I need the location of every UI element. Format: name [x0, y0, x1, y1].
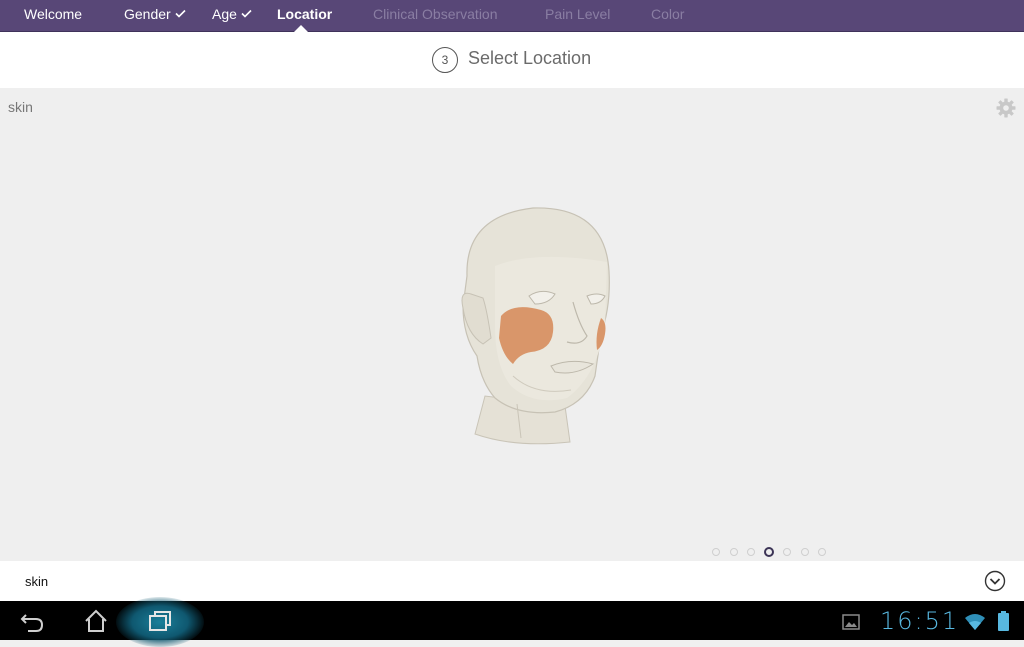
gear-icon[interactable] [996, 98, 1016, 118]
home-icon[interactable] [82, 607, 110, 635]
pager-dot[interactable] [712, 548, 720, 556]
page-header: 3 Select Location [0, 32, 1024, 88]
battery-icon [998, 611, 1009, 631]
check-icon [175, 10, 186, 18]
pager-dot[interactable] [818, 548, 826, 556]
head-body-map[interactable] [455, 206, 615, 446]
step-navigation: Welcome Gender Age Locatior Clinical Obs… [0, 0, 1024, 32]
pager-dot[interactable] [801, 548, 809, 556]
nav-step-clinical-observation: Clinical Observation [373, 0, 498, 31]
body-map-area: skin [0, 88, 1024, 561]
nav-step-label: Age [212, 6, 237, 22]
recent-apps-icon[interactable] [146, 607, 174, 635]
nav-step-label: Color [651, 6, 685, 22]
active-step-indicator [294, 25, 308, 32]
back-icon[interactable] [18, 607, 46, 635]
pager-dot[interactable] [747, 548, 755, 556]
selected-layer-label: skin [25, 574, 49, 589]
nav-step-label: Welcome [24, 6, 83, 22]
wifi-icon [965, 614, 985, 630]
layer-label: skin [8, 99, 33, 115]
page-title: Select Location [468, 48, 592, 68]
selection-bar: skin [0, 561, 1024, 601]
nav-step-pain-level: Pain Level [545, 0, 610, 31]
gallery-notification-icon[interactable] [842, 614, 860, 630]
pager-dot[interactable] [730, 548, 738, 556]
clock: 16:51 [880, 607, 960, 635]
check-icon [241, 10, 252, 18]
nav-step-label: Gender [124, 6, 171, 22]
nav-step-welcome[interactable]: Welcome [24, 0, 82, 31]
nav-step-color: Color [651, 0, 684, 31]
system-navigation-bar: 16:51 [0, 597, 1024, 647]
step-number-badge: 3 [432, 47, 458, 73]
nav-step-age[interactable]: Age [212, 0, 252, 31]
chevron-down-icon[interactable] [984, 570, 1006, 592]
pager-dot-active[interactable] [764, 547, 774, 557]
nav-step-label: Clinical Observation [373, 6, 498, 22]
nav-step-label: Pain Level [545, 6, 611, 22]
nav-step-label: Locatior [277, 6, 333, 22]
nav-step-gender[interactable]: Gender [124, 0, 186, 31]
pager-dot[interactable] [783, 548, 791, 556]
